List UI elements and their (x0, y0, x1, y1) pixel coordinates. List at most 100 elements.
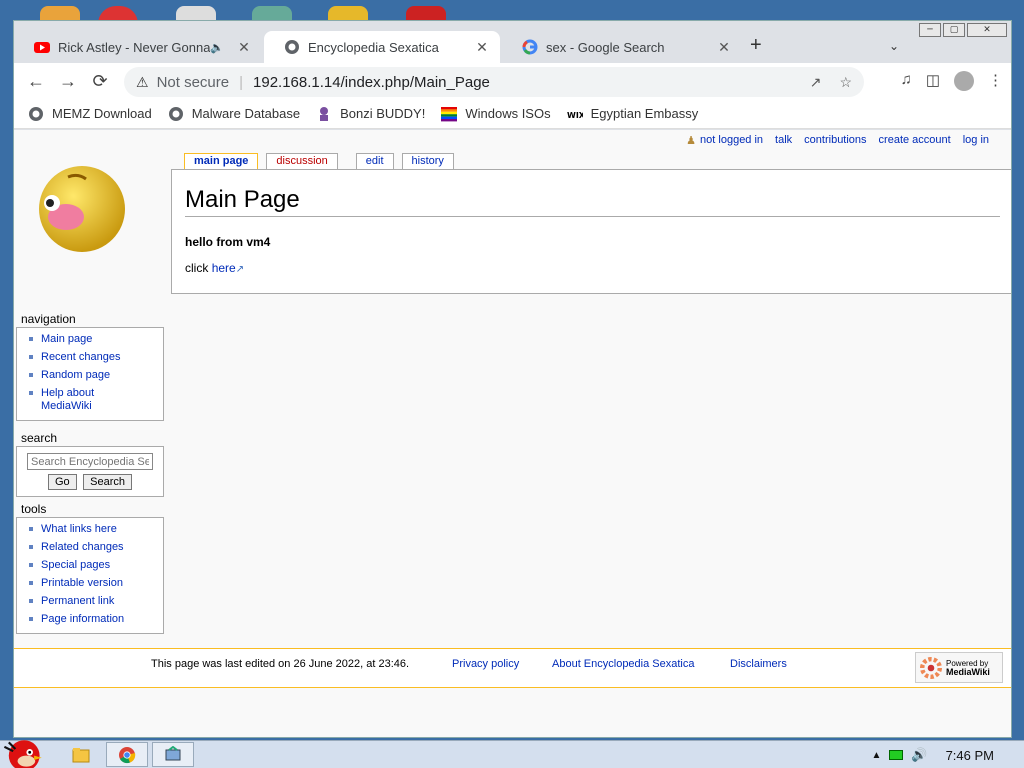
tool-printable-version[interactable]: Printable version (17, 575, 163, 593)
angry-bird-start-icon[interactable] (0, 729, 44, 768)
browser-toolbar: ← → ⟳ ⚠ Not secure | 192.168.1.14/index.… (14, 63, 1011, 99)
globe-icon (168, 106, 183, 121)
menu-icon[interactable]: ⋮ (988, 71, 1003, 91)
system-tray: ▲ 🔊 7:46 PM (871, 741, 1024, 768)
bookmark-memz[interactable]: MEMZ Download (28, 106, 152, 122)
tool-related-changes[interactable]: Related changes (17, 539, 163, 557)
portlet-heading: navigation (21, 312, 76, 326)
powered-by-mediawiki-badge[interactable]: Powered by MediaWiki (915, 652, 1003, 683)
taskbar-app[interactable] (152, 742, 194, 767)
bookmark-malware[interactable]: Malware Database (168, 106, 300, 122)
nav-help[interactable]: Help about MediaWiki (17, 385, 163, 416)
tool-permanent-link[interactable]: Permanent link (17, 593, 163, 611)
bookmark-label: Egyptian Embassy (590, 106, 699, 121)
folder-icon (72, 747, 90, 762)
bookmark-egyptian-embassy[interactable]: WIX Egyptian Embassy (567, 106, 699, 122)
tab-edit[interactable]: edit (355, 153, 394, 169)
contributions-link[interactable]: contributions (804, 134, 866, 147)
search-input[interactable] (27, 453, 153, 470)
media-control-icon[interactable]: ♫ (901, 71, 912, 91)
google-icon (522, 39, 538, 55)
go-button[interactable]: Go (48, 474, 77, 490)
search-portlet: search Go Search (16, 431, 164, 497)
privacy-policy-link[interactable]: Privacy policy (452, 658, 519, 670)
volume-icon[interactable]: 🔊 (911, 747, 927, 763)
disclaimers-link[interactable]: Disclaimers (730, 658, 787, 670)
external-link-icon: ↗ (235, 264, 245, 275)
bookmark-label: Bonzi BUDDY! (340, 106, 426, 121)
bookmarks-bar: MEMZ Download Malware Database Bonzi BUD… (14, 99, 1011, 129)
taskbar: ▲ 🔊 7:46 PM (0, 740, 1024, 768)
globe-icon (285, 40, 299, 54)
youtube-icon (34, 42, 50, 53)
tab-youtube[interactable]: Rick Astley - Never Gonna Give You Up 🔈 … (14, 31, 262, 63)
create-account-link[interactable]: create account (879, 134, 951, 147)
wix-icon: WIX (567, 111, 583, 120)
show-hidden-icons[interactable]: ▲ (871, 750, 881, 761)
external-link[interactable]: here (212, 261, 236, 275)
clock[interactable]: 7:46 PM (946, 748, 994, 763)
taskbar-explorer[interactable] (60, 742, 102, 767)
close-tab-icon[interactable]: ✕ (234, 39, 254, 56)
flag-icon (441, 106, 458, 121)
site-logo[interactable] (38, 165, 126, 253)
log-in-link[interactable]: log in (963, 134, 989, 147)
browser-window: ─ ▢ ✕ Rick Astley - Never Gonna Give You… (13, 20, 1012, 738)
personal-tools: ♟ not logged in talk contributions creat… (686, 134, 989, 147)
back-icon[interactable]: ← (20, 71, 52, 92)
tab-discussion[interactable]: discussion (266, 153, 338, 169)
user-icon: ♟ (686, 135, 697, 147)
forward-icon[interactable]: → (52, 71, 84, 92)
bookmark-bonzi[interactable]: Bonzi BUDDY! (316, 106, 425, 122)
globe-icon (29, 106, 43, 121)
network-icon[interactable] (889, 750, 904, 760)
bookmark-label: Malware Database (191, 106, 301, 121)
warning-icon[interactable]: ⚠ (136, 74, 149, 91)
bookmark-star-icon[interactable]: ☆ (839, 74, 852, 91)
tool-special-pages[interactable]: Special pages (17, 557, 163, 575)
svg-text:WIX: WIX (567, 111, 583, 120)
tab-main-page[interactable]: main page (184, 153, 259, 169)
not-logged-in-link[interactable]: not logged in (700, 134, 763, 147)
tool-what-links-here[interactable]: What links here (17, 521, 163, 539)
profile-avatar[interactable] (954, 71, 974, 91)
nav-recent-changes[interactable]: Recent changes (17, 349, 163, 367)
url-text[interactable]: 192.168.1.14/index.php/Main_Page (253, 74, 490, 91)
talk-link[interactable]: talk (775, 134, 792, 147)
security-label[interactable]: Not secure (157, 74, 230, 91)
new-tab-button[interactable]: + (750, 34, 762, 57)
close-tab-icon[interactable]: ✕ (714, 39, 734, 56)
content-area: Main Page hello from vm4 click here↗ (171, 169, 1011, 294)
navigation-portlet: navigation Main page Recent changes Rand… (16, 312, 164, 421)
page-title: Main Page (185, 186, 1000, 217)
nav-random-page[interactable]: Random page (17, 367, 163, 385)
taskbar-chrome[interactable] (106, 742, 148, 767)
tab-title: Encyclopedia Sexatica (308, 39, 439, 55)
nav-main-page[interactable]: Main page (17, 331, 163, 349)
portlet-heading: search (21, 431, 58, 445)
tool-page-information[interactable]: Page information (17, 611, 163, 629)
mediawiki-icon (920, 656, 942, 679)
tab-encyclopedia[interactable]: Encyclopedia Sexatica ✕ (264, 31, 500, 63)
footer: This page was last edited on 26 June 202… (14, 648, 1011, 688)
side-panel-icon[interactable]: ◫ (926, 71, 940, 91)
bookmark-label: MEMZ Download (52, 106, 152, 121)
speaker-icon[interactable]: 🔈 (210, 41, 224, 54)
search-button[interactable]: Search (83, 474, 132, 490)
about-link[interactable]: About Encyclopedia Sexatica (552, 658, 694, 670)
page-actions: main page discussion edit history (184, 153, 462, 169)
share-icon[interactable]: ↗ (810, 74, 822, 91)
bookmark-windows-isos[interactable]: Windows ISOs (441, 106, 551, 122)
mediawiki-label: MediaWiki (946, 666, 990, 677)
tools-portlet: tools What links here Related changes Sp… (16, 502, 164, 634)
tab-search-icon[interactable]: ⌄ (889, 39, 899, 53)
reload-icon[interactable]: ⟳ (84, 71, 116, 92)
tab-google[interactable]: sex - Google Search ✕ (502, 31, 742, 63)
last-modified-text: This page was last edited on 26 June 202… (151, 658, 410, 670)
address-bar[interactable]: ⚠ Not secure | 192.168.1.14/index.php/Ma… (124, 67, 864, 97)
chrome-icon (119, 746, 136, 763)
portlet-heading: tools (21, 502, 47, 516)
click-prefix: click (185, 261, 209, 275)
close-tab-icon[interactable]: ✕ (472, 39, 492, 56)
tab-history[interactable]: history (401, 153, 454, 169)
